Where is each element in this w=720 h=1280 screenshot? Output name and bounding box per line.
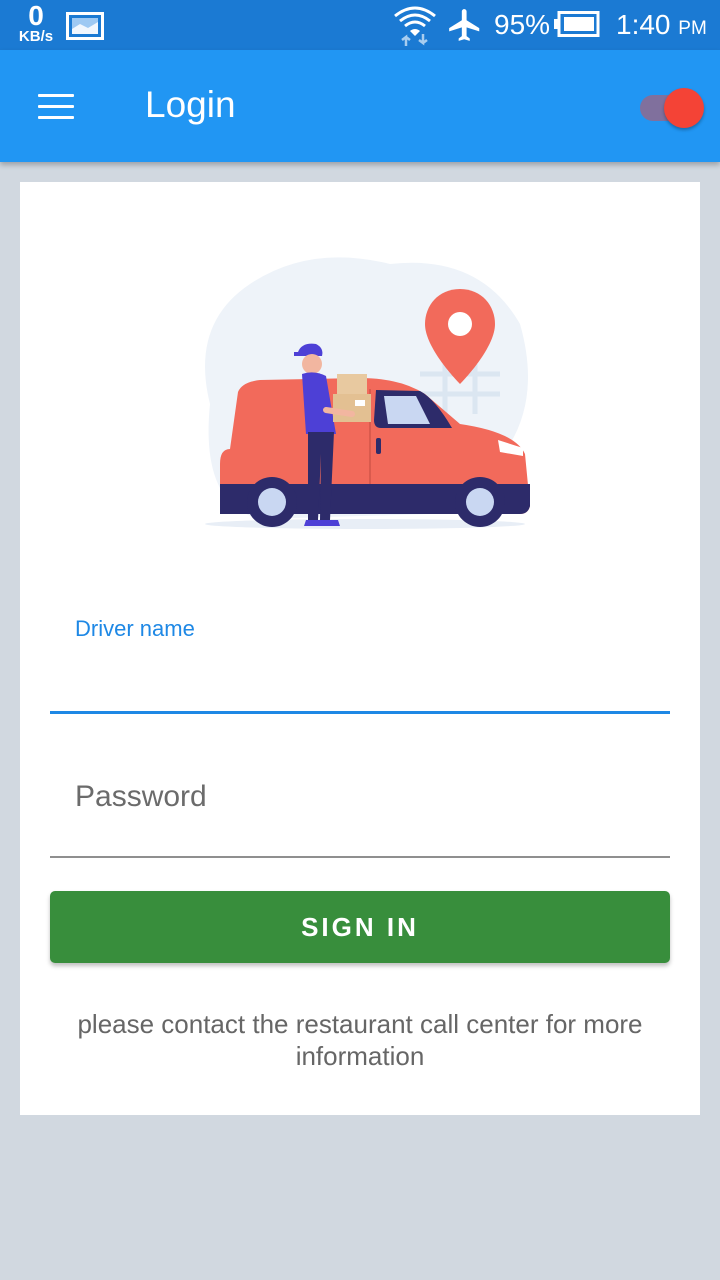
password-underline	[50, 856, 670, 858]
login-card: Driver name SIGN IN please contact the r…	[20, 182, 700, 1115]
clock-ampm: PM	[678, 18, 707, 39]
clock: 1:40 PM	[616, 9, 707, 41]
network-speed: 0 KB/s	[12, 0, 60, 45]
battery-percent: 95%	[494, 9, 551, 40]
toggle-thumb	[664, 88, 704, 128]
status-bar: 0 KB/s 95% 1:40 PM	[0, 0, 720, 50]
delivery-van-illustration	[205, 257, 530, 529]
gallery-icon	[66, 12, 104, 40]
network-speed-unit: KB/s	[18, 28, 54, 45]
page-title: Login	[145, 84, 236, 125]
app-bar: Login	[0, 50, 720, 162]
sign-in-button[interactable]: SIGN IN	[50, 891, 670, 963]
clock-time: 1:40	[616, 9, 671, 40]
password-input[interactable]	[75, 776, 670, 818]
driver-name-underline	[50, 711, 670, 714]
status-toggle[interactable]	[640, 86, 704, 130]
network-speed-value: 0	[28, 0, 44, 31]
hamburger-menu-icon[interactable]	[36, 94, 76, 120]
info-text: please contact the restaurant call cente…	[77, 1009, 643, 1071]
wifi-icon	[394, 6, 436, 46]
battery-icon	[554, 11, 600, 37]
driver-name-label: Driver name	[75, 616, 195, 641]
driver-name-input[interactable]	[75, 662, 670, 702]
airplane-mode-icon	[449, 9, 480, 41]
